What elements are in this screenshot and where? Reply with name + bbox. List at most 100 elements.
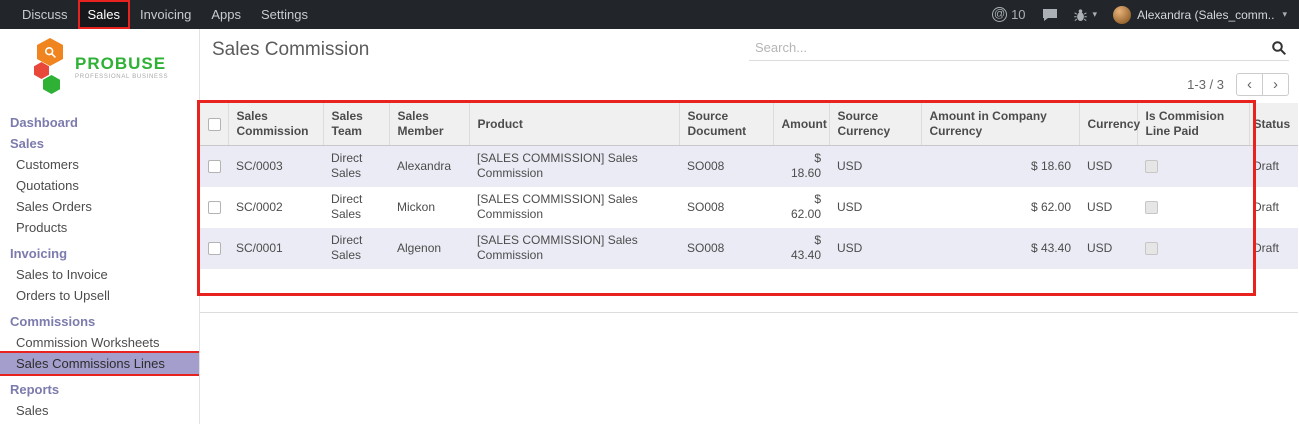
row-select-checkbox[interactable] [208,160,221,173]
user-menu[interactable]: Alexandra (Sales_comm.. ▾ [1113,6,1287,24]
cell-source_currency: USD [829,187,921,228]
cell-currency: USD [1079,187,1137,228]
row-select-cell [200,187,228,228]
sidebar-nav: Dashboard Sales Customers Quotations Sal… [0,112,199,421]
is-paid-cell [1137,228,1249,269]
chevron-left-icon: ‹ [1247,76,1252,93]
sidebar: PROBUSE PROFESSIONAL BUSINESS Dashboard … [0,29,200,424]
debug-menu[interactable]: ▾ [1074,8,1098,22]
mentions-counter[interactable]: @ 10 [992,7,1025,22]
messages-button[interactable] [1042,8,1058,22]
logo-subtitle: PROFESSIONAL BUSINESS [75,74,168,80]
cell-amount_company: $ 18.60 [921,146,1079,187]
pager-next-button[interactable]: › [1262,73,1289,96]
cell-amount: $ 18.60 [773,146,829,187]
chevron-down-icon: ▾ [1093,9,1098,20]
sidebar-item-sales[interactable]: Sales [0,133,199,154]
sidebar-item-reports-sales[interactable]: Sales [0,400,199,421]
col-header-sales-commission[interactable]: Sales Commission [228,103,323,146]
cell-amount: $ 43.40 [773,228,829,269]
table-body: SC/0003Direct SalesAlexandra[SALES COMMI… [200,146,1298,269]
cell-amount_company: $ 62.00 [921,187,1079,228]
pager: 1-3 / 3 ‹ › [1187,73,1289,96]
row-select-cell [200,228,228,269]
cell-source_doc: SO008 [679,146,773,187]
cell-status: Draft [1249,146,1298,187]
cell-source_currency: USD [829,228,921,269]
is-paid-cell [1137,146,1249,187]
topbar-right: @ 10 ▾ Alexandra (Sales_comm.. ▾ [992,0,1287,29]
table-header-row: Sales Commission Sales Team Sales Member… [200,103,1298,146]
chevron-right-icon: › [1273,76,1278,93]
select-all-checkbox[interactable] [208,118,221,131]
cell-team: Direct Sales [323,146,389,187]
col-header-sales-team[interactable]: Sales Team [323,103,389,146]
cell-currency: USD [1079,228,1137,269]
cell-amount_company: $ 43.40 [921,228,1079,269]
menu-apps[interactable]: Apps [201,0,251,29]
sidebar-item-invoicing[interactable]: Invoicing [0,243,199,264]
table-row[interactable]: SC/0001Direct SalesAlgenon[SALES COMMISS… [200,228,1298,269]
sidebar-item-commissions[interactable]: Commissions [0,311,199,332]
pager-range[interactable]: 1-3 / 3 [1187,77,1224,92]
search-input[interactable] [753,39,1271,56]
cell-source_currency: USD [829,146,921,187]
col-header-source-currency[interactable]: Source Currency [829,103,921,146]
table-footer-space [200,269,1298,313]
search-box [749,37,1289,61]
row-select-cell [200,146,228,187]
app-logo: PROBUSE PROFESSIONAL BUSINESS [34,35,199,99]
row-select-checkbox[interactable] [208,201,221,214]
is-paid-checkbox [1145,160,1158,173]
avatar [1113,6,1131,24]
sidebar-item-quotations[interactable]: Quotations [0,175,199,196]
cell-name: SC/0001 [228,228,323,269]
sidebar-item-dashboard[interactable]: Dashboard [0,112,199,133]
col-header-source-document[interactable]: Source Document [679,103,773,146]
logo-hexagons-icon [34,38,68,96]
col-header-amount-in-company-currency[interactable]: Amount in Company Currency [921,103,1079,146]
sidebar-item-reports[interactable]: Reports [0,379,199,400]
cell-product: [SALES COMMISSION] Sales Commission [469,187,679,228]
cell-status: Draft [1249,228,1298,269]
cell-currency: USD [1079,146,1137,187]
at-icon: @ [992,7,1007,22]
table-row[interactable]: SC/0003Direct SalesAlexandra[SALES COMMI… [200,146,1298,187]
sidebar-item-sales-commissions-lines[interactable]: Sales Commissions Lines [0,353,199,374]
select-all-cell [200,103,228,146]
col-header-status[interactable]: Status [1249,103,1298,146]
cell-name: SC/0002 [228,187,323,228]
menu-discuss[interactable]: Discuss [12,0,78,29]
col-header-is-commision-line-paid[interactable]: Is Commision Line Paid [1137,103,1249,146]
sidebar-item-commission-worksheets[interactable]: Commission Worksheets [0,332,199,353]
cell-source_doc: SO008 [679,187,773,228]
user-name: Alexandra (Sales_comm.. [1137,8,1274,22]
row-select-checkbox[interactable] [208,242,221,255]
table-row[interactable]: SC/0002Direct SalesMickon[SALES COMMISSI… [200,187,1298,228]
cell-team: Direct Sales [323,187,389,228]
main-content: Sales Commission 1-3 / 3 ‹ › Sales Commi [200,29,1299,424]
sidebar-item-sales-orders[interactable]: Sales Orders [0,196,199,217]
topbar: Discuss Sales Invoicing Apps Settings @ … [0,0,1299,29]
col-header-currency[interactable]: Currency [1079,103,1137,146]
is-paid-checkbox [1145,242,1158,255]
sidebar-item-orders-to-upsell[interactable]: Orders to Upsell [0,285,199,306]
menu-invoicing[interactable]: Invoicing [130,0,201,29]
top-menu-bar: Discuss Sales Invoicing Apps Settings [12,0,318,29]
cell-amount: $ 62.00 [773,187,829,228]
search-icon[interactable] [1271,40,1287,56]
col-header-sales-member[interactable]: Sales Member [389,103,469,146]
sidebar-item-sales-to-invoice[interactable]: Sales to Invoice [0,264,199,285]
is-paid-checkbox [1145,201,1158,214]
sidebar-item-customers[interactable]: Customers [0,154,199,175]
pager-previous-button[interactable]: ‹ [1236,73,1263,96]
col-header-amount[interactable]: Amount [773,103,829,146]
cell-status: Draft [1249,187,1298,228]
col-header-product[interactable]: Product [469,103,679,146]
cell-product: [SALES COMMISSION] Sales Commission [469,228,679,269]
cell-member: Alexandra [389,146,469,187]
cell-product: [SALES COMMISSION] Sales Commission [469,146,679,187]
sidebar-item-products[interactable]: Products [0,217,199,238]
menu-sales[interactable]: Sales [78,0,131,29]
menu-settings[interactable]: Settings [251,0,318,29]
